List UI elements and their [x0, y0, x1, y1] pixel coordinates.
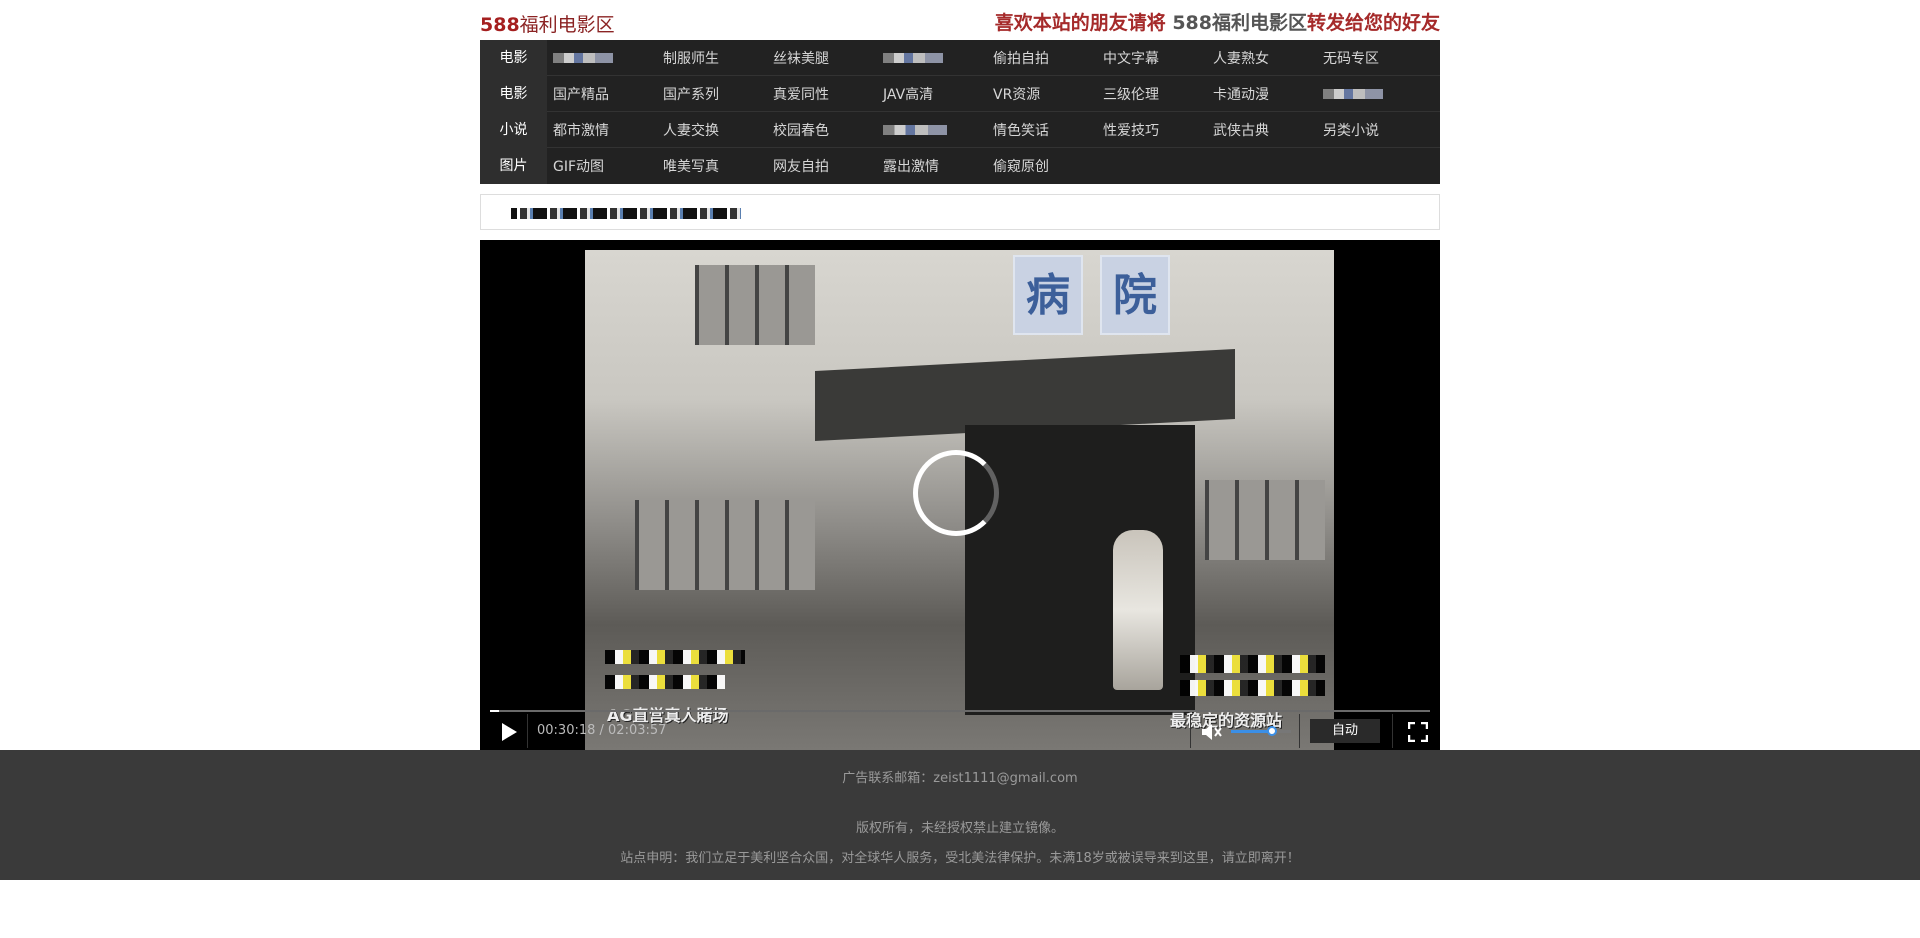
sign-char-2: 院: [1100, 255, 1170, 335]
nav-category: 小说: [480, 111, 547, 148]
play-button[interactable]: [488, 714, 528, 748]
nav-link[interactable]: 人妻交换: [657, 120, 767, 140]
window-decoration: [1205, 480, 1325, 560]
figure-decoration: [1113, 530, 1163, 690]
nav-link[interactable]: 偷拍自拍: [987, 48, 1097, 68]
nav-link[interactable]: 露出激情: [877, 156, 987, 176]
censored-notice-text: [511, 208, 741, 219]
nav-link[interactable]: 都市激情: [547, 120, 657, 140]
share-slogan: 喜欢本站的朋友请将 588福利电影区转发给您的好友: [995, 8, 1440, 35]
nav-link[interactable]: 丝袜美腿: [767, 48, 877, 68]
site-footer: 广告联系邮箱：zeist1111@gmail.com 版权所有，未经授权禁止建立…: [0, 750, 1920, 880]
nav-link[interactable]: 人妻熟女: [1207, 48, 1317, 68]
nav-link[interactable]: 真爱同性: [767, 84, 877, 104]
time-display: 00:30:18 / 02:03:57: [537, 723, 667, 738]
nav-row-images: 图片 GIF动图 唯美写真 网友自拍 露出激情 偷窥原创: [480, 148, 1440, 184]
video-player[interactable]: 病 院 AG直営真人賭场 最稳定的资源站 00:30:18 / 02:03:57: [480, 240, 1440, 750]
window-decoration: [635, 500, 815, 590]
volume-icon[interactable]: [1201, 722, 1223, 742]
site-header: 588福利电影区 喜欢本站的朋友请将 588福利电影区转发给您的好友: [480, 0, 1440, 40]
nav-link[interactable]: VR资源: [987, 84, 1097, 104]
nav-link[interactable]: 三级伦理: [1097, 84, 1207, 104]
censored-watermark: [605, 675, 725, 689]
video-frame[interactable]: 病 院 AG直営真人賭场 最稳定的资源站: [585, 250, 1334, 750]
nav-link[interactable]: 国产精品: [547, 84, 657, 104]
logo-text: 福利电影区: [519, 14, 615, 36]
nav-link[interactable]: 另类小说: [1317, 120, 1427, 140]
nav-link[interactable]: 无码专区: [1317, 48, 1427, 68]
nav-link[interactable]: 国产系列: [657, 84, 767, 104]
notice-bar: [480, 194, 1440, 230]
nav-link[interactable]: 情色笑话: [987, 120, 1097, 140]
nav-link[interactable]: 校园春色: [767, 120, 877, 140]
nav-link[interactable]: 偷窥原创: [987, 156, 1097, 176]
play-icon: [502, 723, 517, 741]
fullscreen-button[interactable]: [1392, 714, 1440, 748]
nav-category: 电影: [480, 39, 547, 76]
nav-link[interactable]: JAV高清: [877, 84, 987, 104]
volume-control[interactable]: [1190, 714, 1300, 748]
slogan-part-2: 转发给您的好友: [1306, 12, 1440, 34]
censored-watermark: [1180, 680, 1325, 696]
loading-spinner-icon: [913, 450, 999, 536]
nav-link-censored[interactable]: [1317, 86, 1427, 102]
category-nav: 电影 制服师生 丝袜美腿 偷拍自拍 中文字幕 人妻熟女 无码专区 电影 国产精品…: [480, 39, 1440, 184]
fullscreen-icon: [1408, 722, 1428, 742]
nav-category: 图片: [480, 148, 547, 184]
nav-link[interactable]: 网友自拍: [767, 156, 877, 176]
slogan-part-1: 喜欢本站的朋友请将: [994, 12, 1173, 34]
nav-link-censored[interactable]: [877, 50, 987, 66]
nav-link[interactable]: 中文字幕: [1097, 48, 1207, 68]
nav-link[interactable]: 制服师生: [657, 48, 767, 68]
volume-slider[interactable]: [1231, 726, 1291, 736]
sign-char-1: 病: [1013, 255, 1083, 335]
page-container: 588福利电影区 喜欢本站的朋友请将 588福利电影区转发给您的好友 电影 制服…: [480, 0, 1440, 750]
nav-row-movies-2: 电影 国产精品 国产系列 真爱同性 JAV高清 VR资源 三级伦理 卡通动漫: [480, 75, 1440, 112]
site-logo[interactable]: 588福利电影区: [480, 10, 615, 37]
window-decoration: [695, 265, 815, 345]
quality-selector[interactable]: 自动: [1310, 719, 1380, 743]
nav-link[interactable]: GIF动图: [547, 156, 657, 176]
nav-link[interactable]: 唯美写真: [657, 156, 767, 176]
slogan-site-name: 588福利电影区: [1172, 12, 1307, 34]
footer-copyright: 版权所有，未经授权禁止建立镜像。: [855, 821, 1064, 836]
censored-watermark: [605, 650, 745, 664]
footer-contact: 广告联系邮箱：zeist1111@gmail.com: [842, 771, 1078, 786]
censored-watermark: [1180, 655, 1325, 673]
nav-link-censored[interactable]: [877, 122, 987, 138]
player-controls: 00:30:18 / 02:03:57 自动: [480, 712, 1440, 750]
footer-statement: 站点申明：我们立足于美利坚合众国，对全球华人服务，受北美法律保护。未满18岁或被…: [620, 851, 1300, 866]
nav-link[interactable]: 性爱技巧: [1097, 120, 1207, 140]
nav-link[interactable]: 武侠古典: [1207, 120, 1317, 140]
logo-number: 588: [480, 14, 520, 36]
nav-row-novels: 小说 都市激情 人妻交换 校园春色 情色笑话 性爱技巧 武侠古典 另类小说: [480, 111, 1440, 148]
nav-link[interactable]: 卡通动漫: [1207, 84, 1317, 104]
nav-category: 电影: [480, 75, 547, 112]
volume-knob[interactable]: [1267, 726, 1277, 736]
nav-link-censored[interactable]: [547, 50, 657, 66]
nav-row-movies-1: 电影 制服师生 丝袜美腿 偷拍自拍 中文字幕 人妻熟女 无码专区: [480, 39, 1440, 76]
